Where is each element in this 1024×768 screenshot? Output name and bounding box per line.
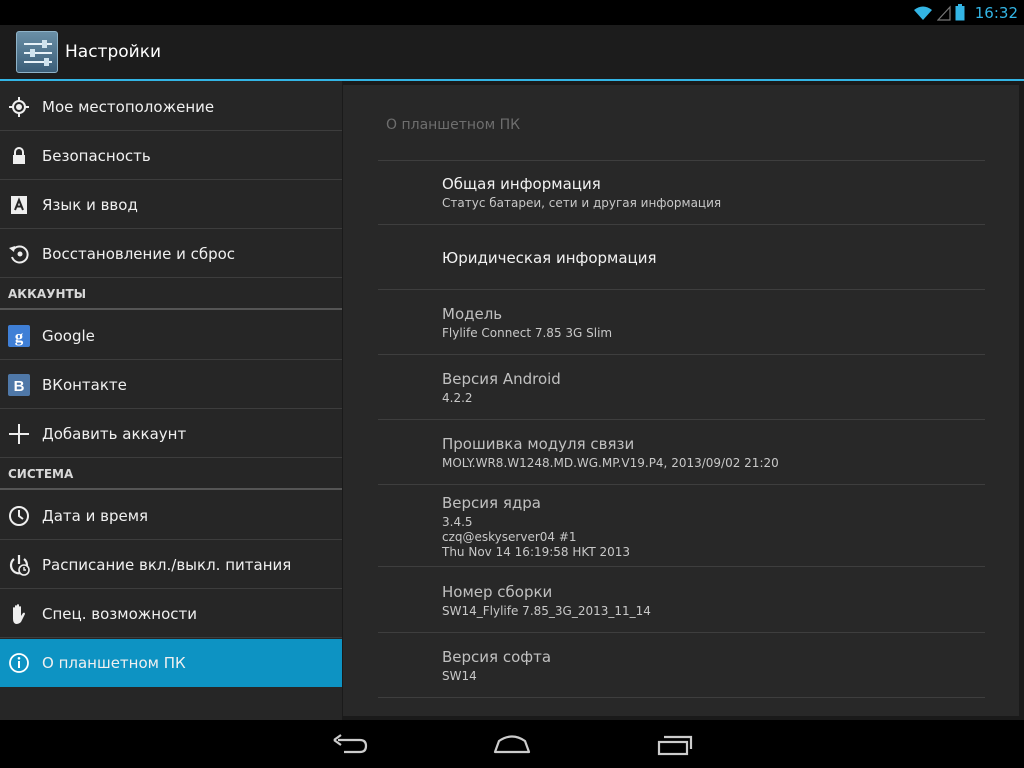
pref-summary: SW14	[442, 669, 477, 683]
detail-title: О планшетном ПК	[386, 117, 521, 133]
divider	[378, 419, 985, 420]
sidebar-item-label: Язык и ввод	[42, 196, 138, 214]
power-schedule-icon	[9, 555, 30, 576]
sidebar-item-label: Добавить аккаунт	[42, 425, 187, 443]
sidebar-item-accessibility[interactable]: Спец. возможности	[0, 590, 342, 638]
sidebar-item-label: Google	[42, 327, 95, 345]
sidebar-item-date-time[interactable]: Дата и время	[0, 492, 342, 540]
section-header-label: АККАУНТЫ	[8, 287, 87, 301]
sidebar-item-vkontakte[interactable]: B ВКонтакте	[0, 361, 342, 409]
pref-title: Версия ядра	[442, 494, 541, 512]
pref-summary: 4.2.2	[442, 391, 473, 405]
section-header-accounts: АККАУНТЫ	[0, 279, 342, 310]
sidebar-item-google[interactable]: g Google	[0, 312, 342, 360]
divider	[378, 484, 985, 485]
sidebar-item-label: Мое местоположение	[42, 98, 215, 116]
page-title: Настройки	[65, 42, 162, 62]
status-icons: 16:32	[913, 2, 1018, 23]
lock-icon	[13, 147, 25, 164]
sidebar-item-security[interactable]: Безопасность	[0, 132, 342, 180]
pref-summary: Flylife Connect 7.85 3G Slim	[442, 326, 613, 340]
pref-title: Номер сборки	[442, 583, 553, 601]
svg-text:g: g	[15, 327, 24, 346]
battery-icon	[955, 4, 965, 21]
divider	[378, 160, 985, 161]
svg-text:B: B	[14, 378, 25, 395]
back-icon[interactable]	[330, 730, 370, 760]
sidebar-item-label: ВКонтакте	[42, 376, 127, 394]
sidebar-item-about-tablet[interactable]: О планшетном ПК	[0, 639, 342, 687]
sidebar-item-label: Безопасность	[42, 147, 151, 165]
sidebar-item-language[interactable]: Язык и ввод	[0, 181, 342, 229]
divider	[378, 224, 985, 225]
section-header-system: СИСТЕМА	[0, 459, 342, 490]
pref-title: Версия софта	[442, 648, 552, 666]
settings-sidebar: Мое местоположение Безопасность Язык и в…	[0, 81, 342, 720]
google-icon: g	[8, 325, 30, 347]
pref-summary: Статус батареи, сети и другая информация	[442, 196, 722, 210]
divider	[378, 289, 985, 290]
divider	[378, 566, 985, 567]
restore-icon	[9, 245, 29, 264]
sidebar-item-label: Дата и время	[42, 507, 149, 525]
home-icon[interactable]	[492, 730, 532, 760]
settings-sliders-icon[interactable]	[16, 31, 58, 73]
pref-title: Общая информация	[442, 175, 601, 193]
sidebar-item-backup-reset[interactable]: Восстановление и сброс	[0, 230, 342, 278]
sidebar-item-power-schedule[interactable]: Расписание вкл./выкл. питания	[0, 541, 342, 589]
pref-title: Версия Android	[442, 370, 561, 388]
wifi-icon	[913, 6, 932, 20]
sidebar-item-add-account[interactable]: Добавить аккаунт	[0, 410, 342, 458]
sidebar-item-label: Восстановление и сброс	[42, 245, 236, 263]
sidebar-item-label: О планшетном ПК	[42, 654, 186, 672]
hand-icon	[13, 604, 25, 624]
pref-title: Модель	[442, 305, 503, 323]
keyboard-a-icon	[11, 196, 27, 214]
signal-icon	[936, 4, 951, 21]
sidebar-item-label: Спец. возможности	[42, 605, 197, 623]
divider	[378, 354, 985, 355]
sidebar-item-label: Расписание вкл./выкл. питания	[42, 556, 292, 574]
recents-icon[interactable]	[655, 730, 695, 760]
divider	[378, 632, 985, 633]
clock: 16:32	[974, 3, 1018, 22]
location-icon	[9, 97, 29, 117]
section-header-label: СИСТЕМА	[8, 467, 74, 481]
plus-icon	[9, 424, 29, 444]
divider	[378, 697, 985, 698]
status-bar: 16:32	[0, 0, 1024, 25]
clock-icon	[9, 506, 29, 526]
sidebar-item-location[interactable]: Мое местоположение	[0, 83, 342, 131]
pref-summary: SW14_Flylife 7.85_3G_2013_11_14	[442, 604, 651, 618]
vk-icon: B	[8, 374, 30, 396]
pref-title: Юридическая информация	[442, 249, 657, 267]
pref-summary: 3.4.5 czq@eskyserver04 #1 Thu Nov 14 16:…	[442, 515, 631, 559]
pref-title: Прошивка модуля связи	[442, 435, 635, 453]
pref-summary: MOLY.WR8.W1248.MD.WG.MP.V19.P4, 2013/09/…	[442, 456, 779, 470]
info-icon	[9, 653, 29, 673]
